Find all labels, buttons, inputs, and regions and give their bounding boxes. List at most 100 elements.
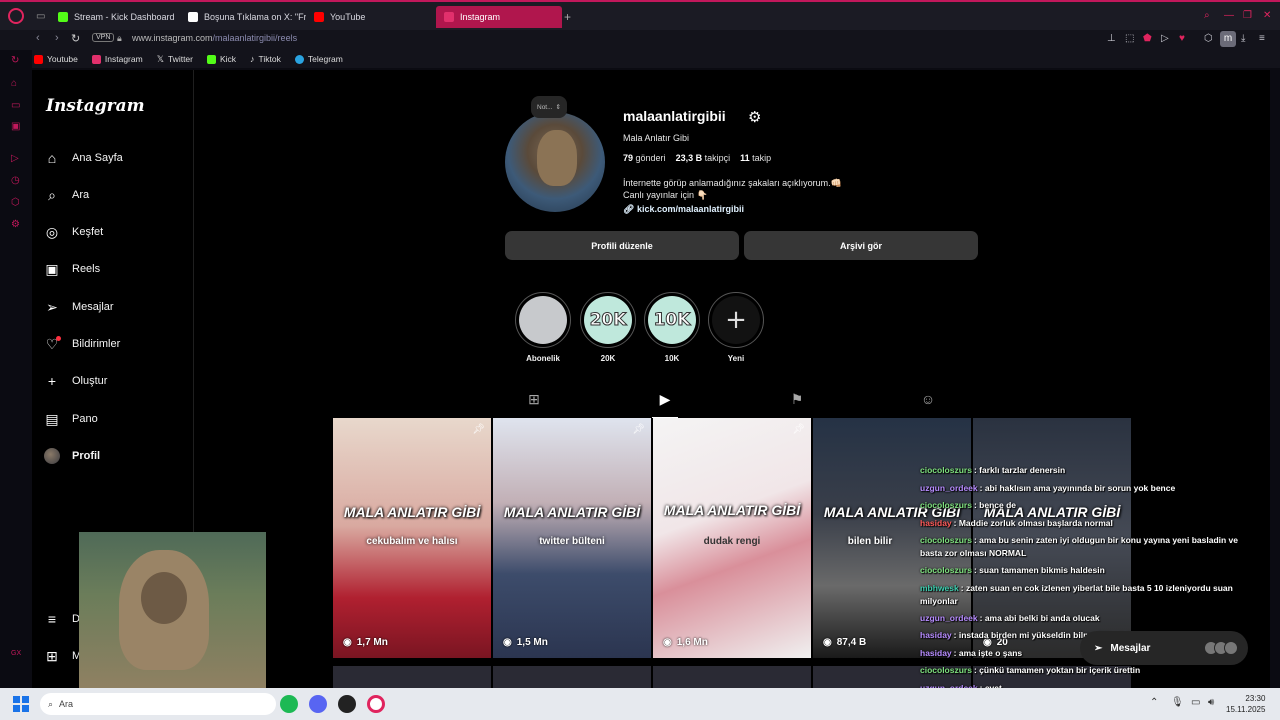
sidebar-item-home[interactable]: ⌂ Ana Sayfa: [44, 150, 123, 166]
edit-profile-button[interactable]: Profili düzenle: [505, 231, 739, 260]
sidebar-item-messages[interactable]: ➢ Mesajlar: [44, 299, 113, 315]
opera-gx-icon[interactable]: [367, 695, 385, 713]
bookmark-kick[interactable]: Kick: [206, 54, 236, 64]
bookmark-telegram[interactable]: Telegram: [294, 54, 343, 64]
maximize-icon[interactable]: ❐: [1243, 10, 1252, 21]
settings-gear-icon[interactable]: ⚙: [748, 108, 761, 126]
sidebar-item-reels[interactable]: ▣ Reels: [44, 261, 100, 277]
display-icon[interactable]: ▭: [1191, 697, 1200, 708]
chat-text: : çünkü tamamen yoktan bir içerik üretti…: [973, 665, 1141, 675]
reel-tile[interactable]: [333, 666, 491, 688]
player-icon[interactable]: ▷: [1161, 33, 1169, 44]
tab-youtube[interactable]: YouTube: [306, 6, 434, 28]
bookmark-youtube[interactable]: Youtube: [34, 54, 78, 64]
reel-tile[interactable]: [493, 666, 651, 688]
chat-username[interactable]: hasiday: [920, 630, 952, 640]
messenger-icon[interactable]: ▭: [11, 100, 20, 111]
profile-picture[interactable]: [505, 112, 605, 212]
tab-instagram[interactable]: Instagram: [436, 6, 562, 28]
tagged-icon[interactable]: ☺: [919, 391, 937, 409]
sidebar-item-meta[interactable]: ⊞ M: [44, 648, 81, 664]
sidebar-item-dashboard[interactable]: ▤ Pano: [44, 411, 97, 427]
taskbar-search[interactable]: ⌕ Ara: [40, 693, 276, 715]
sidebar-item-explore[interactable]: ◎ Keşfet: [44, 224, 103, 240]
tab-kick-dashboard[interactable]: Stream - Kick Dashboard: [50, 6, 180, 28]
close-icon[interactable]: ✕: [1263, 10, 1271, 21]
view-archive-button[interactable]: Arşivi gör: [744, 231, 978, 260]
reel-tile[interactable]: 📌︎ MALA ANLATIR GİBİ dudak rengi ◉ 1,6 Mn: [653, 418, 811, 658]
chat-username[interactable]: mbhwesk: [920, 583, 959, 593]
tray-chevron-icon[interactable]: ⌃: [1150, 697, 1158, 708]
search-tabs-icon[interactable]: ⌕: [1204, 10, 1210, 21]
back-icon[interactable]: ‹: [36, 32, 40, 44]
chat-username[interactable]: ciocoloszurs: [920, 465, 972, 475]
webcam-overlay: [79, 532, 266, 688]
saved-icon[interactable]: ⚑: [788, 391, 806, 409]
settings-icon[interactable]: ⚙: [11, 219, 20, 230]
reload-icon[interactable]: ↻: [71, 32, 80, 45]
reels-icon[interactable]: ▶: [652, 391, 678, 418]
messages-bar[interactable]: ➢ Mesajlar: [1080, 631, 1248, 665]
chat-username[interactable]: ciocoloszurs: [920, 535, 972, 545]
player-icon[interactable]: ▷: [11, 153, 19, 164]
volume-icon[interactable]: 🔊︎: [1208, 697, 1214, 708]
opera-logo-icon[interactable]: [8, 8, 24, 24]
discord-icon[interactable]: [309, 695, 327, 713]
chat-username[interactable]: ciocoloszurs: [920, 665, 972, 675]
bookmark-twitter[interactable]: 𝕏 Twitter: [157, 54, 193, 65]
extensions-icon[interactable]: ⬡: [1204, 33, 1213, 44]
highlight-20k[interactable]: 20K 20K: [580, 292, 636, 363]
music-icon[interactable]: ▣: [11, 121, 20, 132]
highlight-10k[interactable]: 10K 10K: [644, 292, 700, 363]
windows-start-icon[interactable]: [13, 696, 29, 712]
chat-username[interactable]: uzgun_ordeek: [920, 483, 978, 493]
chat-username[interactable]: ciocoloszurs: [920, 500, 972, 510]
menu-icon[interactable]: ≡: [1259, 33, 1265, 44]
chat-username[interactable]: uzgun_ordeek: [920, 613, 978, 623]
forward-icon[interactable]: ›: [55, 32, 59, 44]
url-field[interactable]: www.instagram.com/malaanlatirgibii/reels: [132, 33, 297, 43]
pin-icon[interactable]: ⊥: [1107, 33, 1116, 44]
grid-icon[interactable]: ⊞: [525, 391, 543, 409]
followers-stat[interactable]: 23,3 B takipçi: [676, 153, 731, 163]
heart-icon[interactable]: ♥: [1179, 33, 1185, 44]
bio-link[interactable]: 🔗︎ kick.com/malaanlatirgibii: [623, 204, 744, 215]
note-bubble[interactable]: Not... ⇕: [531, 96, 567, 118]
microphone-icon[interactable]: 🎙︎: [1171, 697, 1184, 708]
tab-x-post[interactable]: Boşuna Tıklama on X: "Fr: [180, 6, 306, 28]
bookmark-instagram[interactable]: Instagram: [91, 54, 143, 64]
sidebar-item-notifications[interactable]: ♡ Bildirimler: [44, 336, 121, 352]
download-icon[interactable]: ⤓: [1241, 33, 1245, 44]
sidebar-item-search[interactable]: ⌕ Ara: [44, 187, 89, 203]
spotify-icon[interactable]: [280, 695, 298, 713]
workspaces-icon[interactable]: ▭: [36, 11, 45, 22]
new-tab-icon[interactable]: +: [564, 10, 571, 24]
bookmark-tiktok[interactable]: ♪ Tiktok: [250, 54, 281, 64]
following-stat[interactable]: 11 takip: [740, 153, 771, 163]
instagram-logo[interactable]: Instagram: [46, 96, 145, 116]
sidebar-item-more[interactable]: ≡ D: [44, 611, 80, 627]
highlight-abonelik[interactable]: Abonelik: [515, 292, 571, 363]
chat-username[interactable]: ciocoloszurs: [920, 565, 972, 575]
minimize-icon[interactable]: —: [1224, 10, 1234, 21]
history-icon[interactable]: ◷: [11, 175, 20, 186]
reel-tile[interactable]: [653, 666, 811, 688]
aria-icon[interactable]: ↻: [11, 55, 19, 66]
highlight-new[interactable]: + Yeni: [708, 292, 764, 363]
extensions-icon[interactable]: ⬡: [11, 197, 20, 208]
snapshot-icon[interactable]: ⬚: [1125, 33, 1134, 44]
lock-icon[interactable]: 🔒︎: [117, 33, 122, 44]
gx-icon[interactable]: GX: [11, 650, 21, 657]
sidebar-item-create[interactable]: + Oluştur: [44, 373, 108, 389]
reel-tile[interactable]: 📌︎ MALA ANLATIR GİBİ cekubalım ve halısı…: [333, 418, 491, 658]
chat-username[interactable]: hasiday: [920, 648, 952, 658]
sidebar-item-profile[interactable]: Profil: [44, 448, 100, 464]
reel-tile[interactable]: 📌︎ MALA ANLATIR GİBİ twitter bülteni ◉ 1,…: [493, 418, 651, 658]
vpn-badge[interactable]: VPN: [92, 33, 115, 42]
system-clock[interactable]: 23:30 15.11.2025: [1226, 693, 1265, 715]
workspace-icon[interactable]: ⌂: [11, 78, 17, 89]
obs-icon[interactable]: [338, 695, 356, 713]
adblock-icon[interactable]: ⬟: [1143, 33, 1152, 44]
chat-username[interactable]: hasiday: [920, 518, 952, 528]
profile-avatar[interactable]: m: [1220, 31, 1236, 47]
